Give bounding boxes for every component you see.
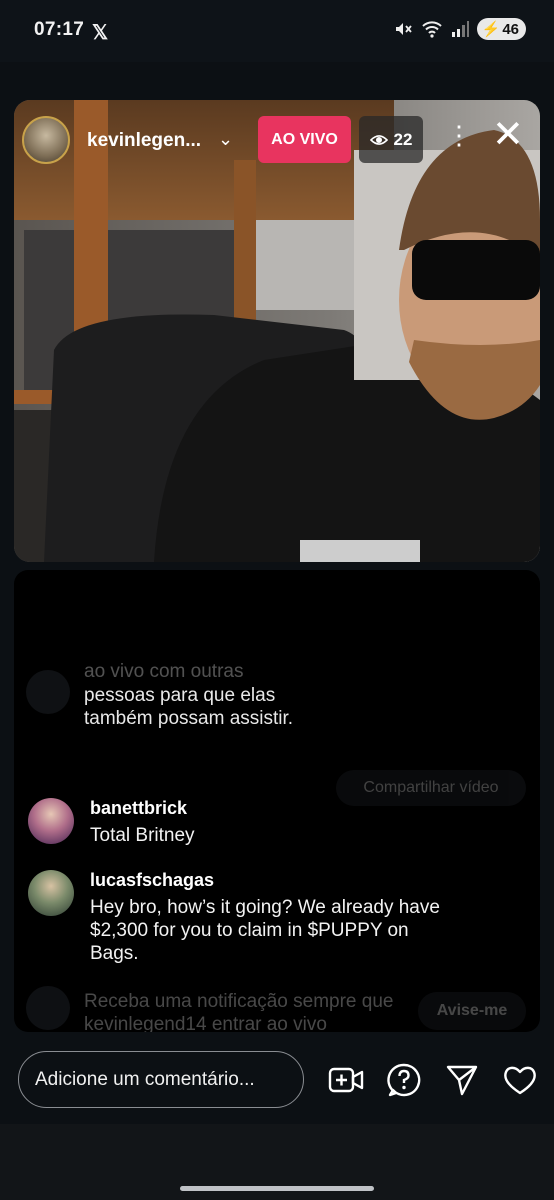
- status-time: 07:17: [34, 19, 85, 40]
- share-video-button[interactable]: Compartilhar vídeo: [336, 770, 526, 806]
- status-icons: ⚡ 46: [393, 18, 526, 40]
- host-username[interactable]: kevinlegen...: [87, 130, 201, 152]
- notify-prompt-row: Receba uma notificação sempre que kevinl…: [14, 978, 540, 1032]
- battery-level: 46: [502, 20, 519, 38]
- send-icon[interactable]: [442, 1060, 482, 1100]
- charging-icon: ⚡: [481, 21, 501, 38]
- share-prompt-text: ao vivo com outras pessoas para que elas…: [84, 661, 314, 730]
- live-video[interactable]: kevinlegen... ⌄ AO VIVO 22 ⋮ ✕: [14, 100, 540, 562]
- commenter-avatar[interactable]: [28, 870, 74, 916]
- comment-text: Hey bro, how’s it going? We already have…: [90, 897, 440, 964]
- host-avatar[interactable]: [22, 116, 70, 164]
- commenter-username[interactable]: lucasfschagas: [90, 870, 214, 891]
- commenter-username[interactable]: banettbrick: [90, 798, 187, 819]
- heart-icon[interactable]: [500, 1060, 540, 1100]
- notification-icon: [26, 986, 70, 1030]
- home-indicator[interactable]: [180, 1186, 374, 1191]
- share-prompt-text-body: pessoas para que elas também possam assi…: [84, 685, 294, 729]
- live-header: kevinlegen... ⌄ AO VIVO 22 ⋮ ✕: [14, 100, 540, 180]
- x-logo-icon: 𝕏: [92, 22, 109, 44]
- question-icon[interactable]: [384, 1060, 424, 1100]
- comment-input[interactable]: Adicione um comentário...: [18, 1051, 304, 1108]
- add-guest-video-icon[interactable]: [326, 1060, 366, 1100]
- eye-icon: [369, 134, 388, 145]
- viewer-count-badge[interactable]: 22: [359, 116, 423, 163]
- live-badge: AO VIVO: [258, 116, 351, 163]
- share-prompt-text-top: ao vivo com outras: [84, 661, 244, 682]
- close-icon[interactable]: ✕: [492, 116, 524, 154]
- more-options-icon[interactable]: ⋮: [446, 122, 472, 148]
- wifi-icon: [421, 21, 442, 38]
- comment-text: Total Britney: [90, 825, 195, 846]
- battery-indicator: ⚡ 46: [476, 18, 526, 40]
- notify-me-button[interactable]: Avise-me: [418, 992, 526, 1030]
- commenter-avatar[interactable]: [28, 798, 74, 844]
- viewer-count: 22: [393, 129, 413, 149]
- share-icon: [26, 670, 70, 714]
- mute-icon: [395, 23, 412, 35]
- notify-prompt-text: Receba uma notificação sempre que kevinl…: [84, 991, 394, 1032]
- status-bar: 07:17 𝕏 ⚡ 46: [0, 0, 554, 62]
- chevron-down-icon[interactable]: ⌄: [218, 129, 233, 150]
- signal-icon: [451, 21, 469, 37]
- live-chat: Compartilhar vídeo ao vivo com outras pe…: [14, 570, 540, 1032]
